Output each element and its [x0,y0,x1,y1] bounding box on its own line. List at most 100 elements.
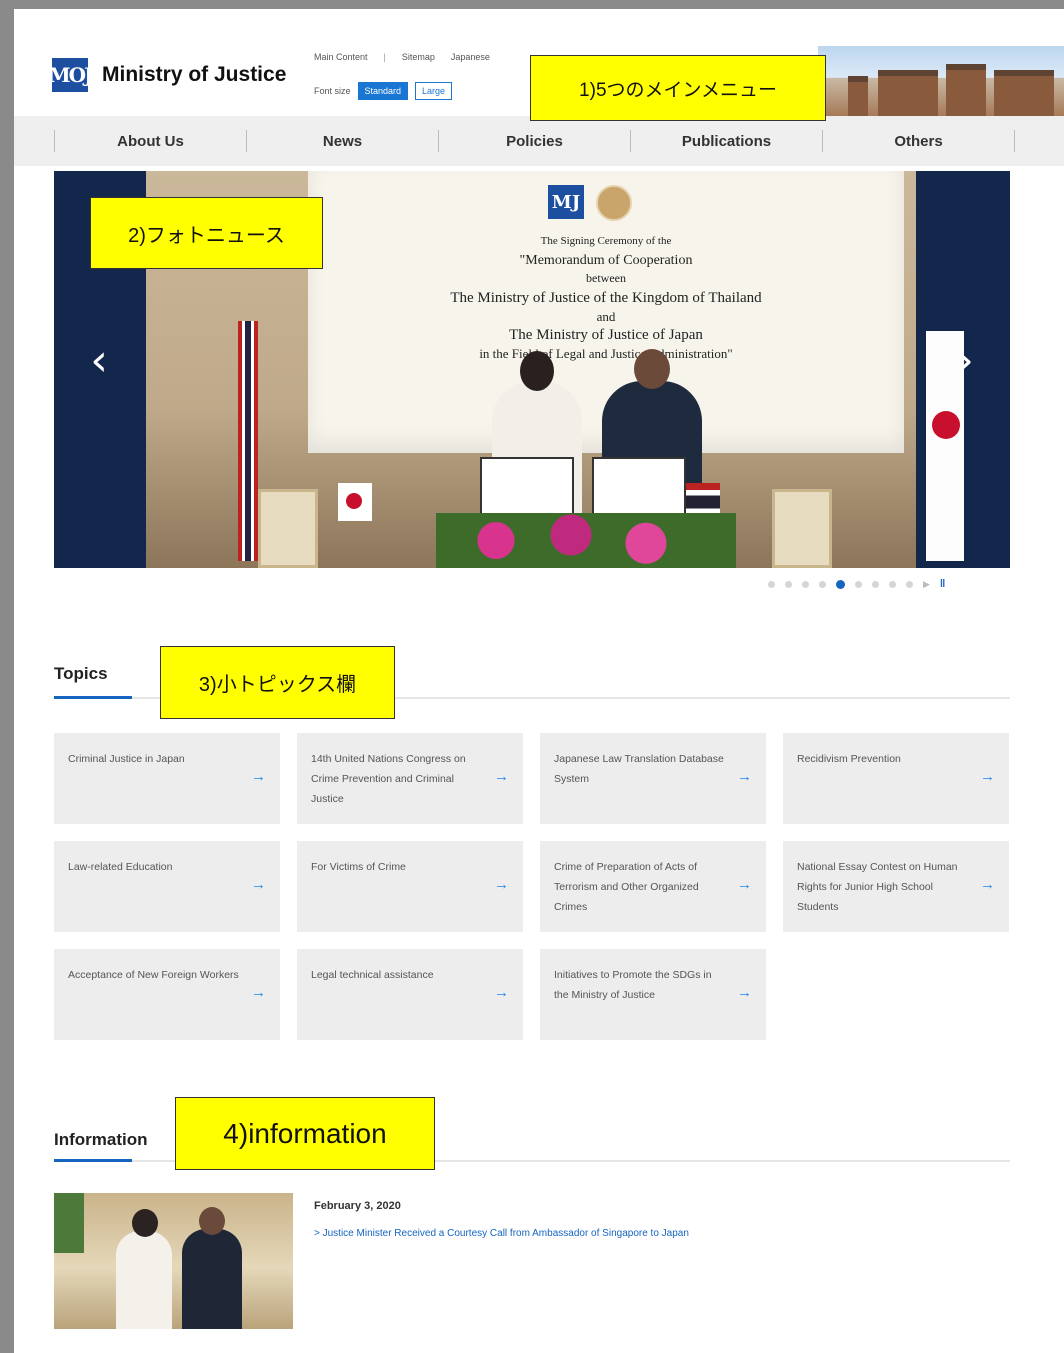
arrow-right-icon: → [980,876,995,893]
chair [258,489,318,568]
topic-card[interactable]: Japanese Law Translation Database System… [540,733,766,824]
banner-line: The Signing Ceremony of the [540,235,672,247]
arrow-right-icon: → [737,876,752,893]
building-tower [848,76,868,116]
plant [54,1193,84,1253]
topic-card[interactable]: For Victims of Crime → [297,841,523,932]
topic-label: Crime of Preparation of Acts of Terroris… [554,861,699,913]
building-wing [994,70,1054,116]
annotation-information: 4)information [175,1097,435,1170]
annotation-photo-news: 2)フォトニュース [90,197,323,269]
topic-card[interactable]: National Essay Contest on Human Rights f… [783,841,1009,932]
topic-card[interactable]: Recidivism Prevention → [783,733,1009,824]
information-link[interactable]: > Justice Minister Received a Courtesy C… [314,1228,689,1239]
frame-left-border [0,0,14,1353]
banner-line: The Ministry of Justice of Japan [509,327,703,343]
carousel-dot[interactable] [819,580,826,588]
topics-underline [54,696,132,699]
topic-card[interactable]: Legal technical assistance → [297,949,523,1040]
arrow-right-icon: → [251,984,266,1001]
moj-japan-emblem-icon: MJ [548,185,584,219]
banner-line: The Ministry of Justice of the Kingdom o… [450,290,762,306]
annotation-main-menu: 1)5つのメインメニュー [530,55,826,121]
arrow-right-icon: → [737,768,752,785]
header-building-image [818,46,1064,116]
nav-item-news[interactable]: News [247,133,438,150]
carousel-dot[interactable] [802,580,809,588]
banner-line: between [586,271,626,285]
frame-top-border [0,0,1064,9]
chair [772,489,832,568]
arrow-right-icon: → [251,768,266,785]
thai-flag [238,321,258,561]
banner-line: and [596,309,616,324]
arrow-right-icon: → [737,984,752,1001]
pause-icon[interactable]: ‖ [940,578,945,590]
topic-label: National Essay Contest on Human Rights f… [797,861,958,913]
building-wing [878,70,938,116]
topic-label: Legal technical assistance [311,969,434,981]
carousel-dot-active[interactable] [836,579,845,589]
carousel-dot[interactable] [872,580,879,588]
nav-item-publications[interactable]: Publications [631,133,822,150]
nav-item-others[interactable]: Others [823,133,1014,150]
carousel-prev-icon[interactable]: ‹ [86,339,112,383]
utility-links: Main Content | Sitemap Japanese [314,52,490,62]
arrow-right-icon: → [980,768,995,785]
banner-text: The Signing Ceremony of the "Memorandum … [308,235,904,364]
topic-label: For Victims of Crime [311,861,406,873]
information-link-text: Justice Minister Received a Courtesy Cal… [322,1228,689,1239]
topic-card[interactable]: Criminal Justice in Japan → [54,733,280,824]
topic-label: Law-related Education [68,861,173,873]
moj-logo-icon: MOJ [48,58,94,92]
arrow-right-icon: → [494,768,509,785]
topic-card[interactable]: 14th United Nations Congress on Crime Pr… [297,733,523,824]
topic-label: Acceptance of New Foreign Workers [68,969,239,981]
arrow-right-icon: → [494,876,509,893]
nav-item-policies[interactable]: Policies [439,133,630,150]
person [116,1209,172,1329]
arrow-right-icon: → [251,876,266,893]
main-navigation: About Us News Policies Publications Othe… [14,116,1064,166]
carousel-next-icon[interactable]: › [952,339,978,383]
information-heading: Information [54,1130,148,1149]
banner-logos: MJ [548,185,632,221]
site-logo[interactable]: MOJ Ministry of Justice [48,58,287,92]
nav-item-about-us[interactable]: About Us [55,133,246,150]
topics-heading: Topics [54,664,108,683]
annotation-topics: 3)小トピックス欄 [160,646,395,719]
banner-line: "Memorandum of Cooperation [519,253,693,268]
flower-arrangement [436,513,736,568]
main-content-link[interactable]: Main Content [314,52,368,62]
carousel-dot[interactable] [889,580,896,588]
sitemap-link[interactable]: Sitemap [402,52,435,62]
banner-line: in the Field of Legal and Justice Admini… [479,346,733,361]
font-size-controls: Font size Standard Large [314,82,453,100]
topic-card[interactable]: Acceptance of New Foreign Workers → [54,949,280,1040]
japanese-link[interactable]: Japanese [451,52,490,62]
table-flag-japan [338,483,372,521]
font-standard-button[interactable]: Standard [357,82,409,100]
information-date: February 3, 2020 [314,1200,401,1212]
carousel-dot[interactable] [906,580,913,588]
person [182,1207,242,1329]
chevron-right-icon: > [314,1228,323,1239]
arrow-right-icon: → [494,984,509,1001]
topic-label: 14th United Nations Congress on Crime Pr… [311,753,466,805]
carousel-dot[interactable] [785,580,792,588]
carousel-dot[interactable] [768,580,775,588]
carousel-dot[interactable] [855,580,862,588]
information-underline [54,1159,132,1162]
site-title: Ministry of Justice [102,63,287,86]
topic-card[interactable]: Initiatives to Promote the SDGs in the M… [540,949,766,1040]
building-center [946,64,986,116]
topic-card[interactable]: Law-related Education → [54,841,280,932]
moj-thailand-emblem-icon [596,185,632,221]
carousel-pagination: ▶ ‖ [768,578,945,590]
util-separator: | [383,52,386,62]
topic-label: Initiatives to Promote the SDGs in the M… [554,969,712,1001]
font-large-button[interactable]: Large [415,82,453,100]
information-thumbnail[interactable] [54,1193,293,1329]
play-icon[interactable]: ▶ [923,579,930,590]
topic-card[interactable]: Crime of Preparation of Acts of Terroris… [540,841,766,932]
